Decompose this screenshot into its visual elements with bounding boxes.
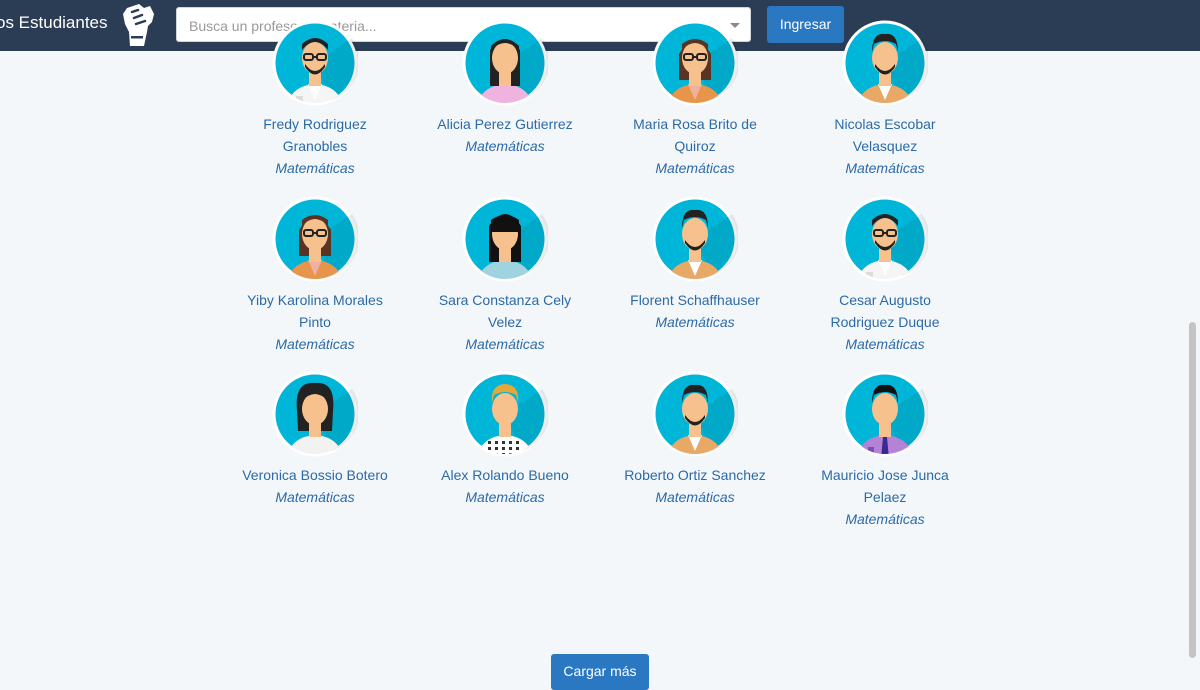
professor-subject: Matemáticas [275,489,355,505]
man-glasses-beard-white-shirt-icon[interactable] [272,20,358,106]
site-brand-link[interactable]: os Estudiantes [0,13,108,33]
professor-subject: Matemáticas [845,511,925,527]
professor-subject: Matemáticas [275,160,355,176]
professor-name-link[interactable]: Yiby Karolina Morales [220,289,410,311]
professor-subject: Matemáticas [275,336,355,352]
professor-name-link[interactable]: Sara Constanza Cely [410,289,600,311]
woman-bangs-blue-icon[interactable] [462,196,548,282]
professor-subject: Matemáticas [655,160,735,176]
scrollbar-thumb[interactable] [1189,322,1196,658]
professor-name-link[interactable]: Pinto [220,311,410,333]
professor-name-link[interactable]: Veronica Bossio Botero [220,464,410,486]
professor-subject: Matemáticas [655,314,735,330]
professor-name-link[interactable]: Cesar Augusto [790,289,980,311]
professor-name-link[interactable]: Rodriguez Duque [790,311,980,333]
professor-name-link[interactable]: Alicia Perez Gutierrez [410,113,600,135]
professor-subject: Matemáticas [465,138,545,154]
professor-name-link[interactable]: Fredy Rodriguez [220,113,410,135]
professor-name-link[interactable]: Pelaez [790,486,980,508]
professor-name-link[interactable]: Maria Rosa Brito de [600,113,790,135]
professor-subject: Matemáticas [465,489,545,505]
professor-name-link[interactable]: Velez [410,311,600,333]
professor-subject: Matemáticas [845,160,925,176]
woman-glasses-orange-icon[interactable] [652,20,738,106]
woman-dark-hair-pink-icon[interactable] [462,20,548,106]
professor-name-link[interactable]: Velasquez [790,135,980,157]
woman-glasses-orange-icon[interactable] [272,196,358,282]
professor-subject: Matemáticas [465,336,545,352]
professor-subject: Matemáticas [655,489,735,505]
woman-curly-white-icon[interactable] [272,371,358,457]
top-navbar: os Estudiantes Ingresar [0,0,1200,51]
professor-name-link[interactable]: Roberto Ortiz Sanchez [600,464,790,486]
professor-name-link[interactable]: Alex Rolando Bueno [410,464,600,486]
professor-name-link[interactable]: Mauricio Jose Junca [790,464,980,486]
man-beard-tan-jacket-icon[interactable] [842,20,928,106]
man-beard-tan-jacket-icon[interactable] [652,371,738,457]
raised-fist-logo-icon[interactable] [118,2,156,48]
professor-name-link[interactable]: Florent Schaffhauser [600,289,790,311]
professor-name-link[interactable]: Granobles [220,135,410,157]
professor-name-link[interactable]: Quiroz [600,135,790,157]
man-glasses-beard-white-shirt-icon[interactable] [842,196,928,282]
professor-subject: Matemáticas [845,336,925,352]
man-beard-tan-jacket-icon[interactable] [652,196,738,282]
search-input[interactable] [187,8,721,43]
professor-name-link[interactable]: Nicolas Escobar [790,113,980,135]
load-more-button[interactable]: Cargar más [551,654,649,690]
login-button[interactable]: Ingresar [767,6,844,43]
man-purple-shirt-tie-icon[interactable] [842,371,928,457]
man-blond-checked-vest-icon[interactable] [462,371,548,457]
